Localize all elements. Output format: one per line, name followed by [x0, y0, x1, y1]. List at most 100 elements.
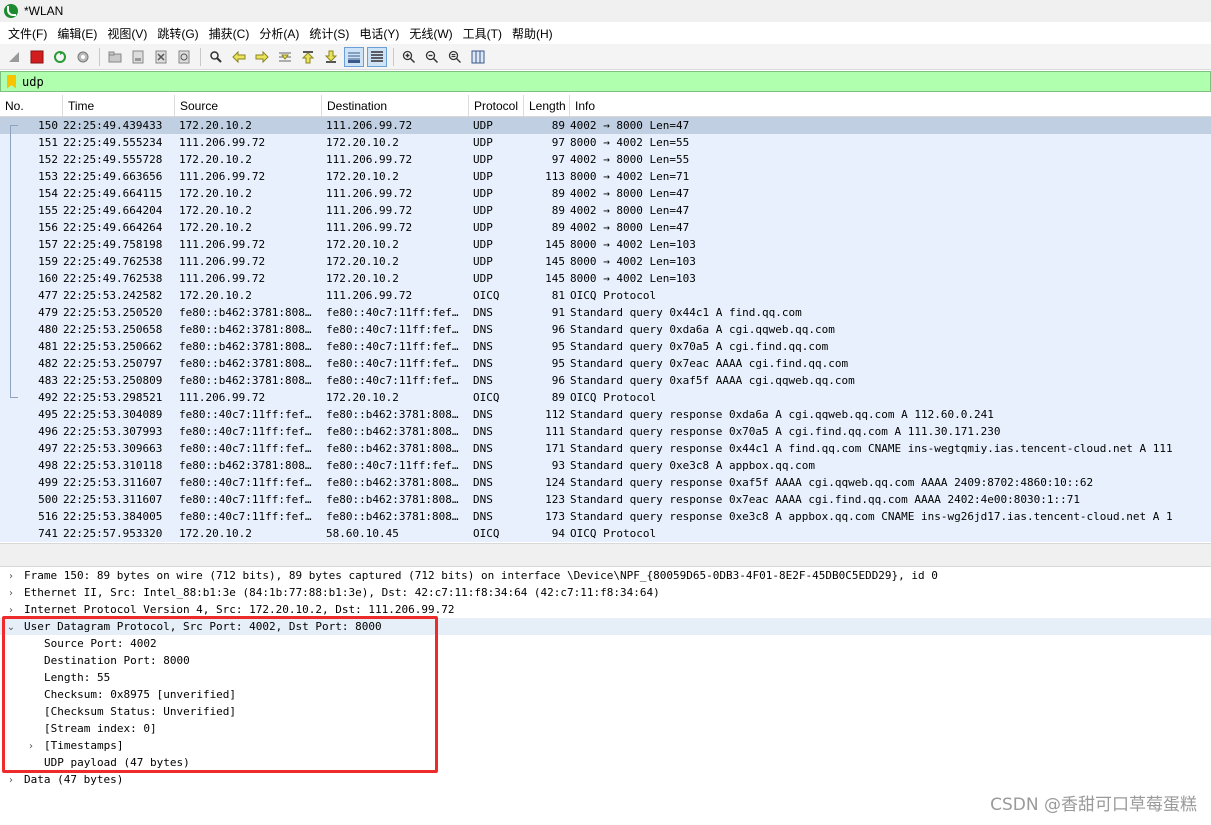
packet-row[interactable]: 481 22:25:53.250662 fe80::b462:3781:808… fe… [0, 338, 1211, 355]
packet-cell-len: 173 [545, 510, 565, 523]
column-header-no[interactable]: No. [0, 95, 63, 116]
zoom-in-icon[interactable] [399, 47, 419, 67]
detail-row[interactable]: › Internet Protocol Version 4, Src: 172.2… [0, 601, 1211, 618]
menu-file[interactable]: 文件(F) [3, 25, 52, 42]
autoscroll-icon[interactable] [344, 46, 364, 67]
back-arrow-icon[interactable] [229, 47, 249, 67]
menu-statistics[interactable]: 统计(S) [304, 25, 354, 42]
packet-cell-no: 499 [38, 476, 58, 489]
collapse-arrow-icon[interactable]: › [6, 602, 16, 619]
packet-row[interactable]: 153 22:25:49.663656 111.206.99.72 172.20.10… [0, 168, 1211, 185]
detail-row[interactable]: Checksum: 0x8975 [unverified] [0, 686, 1211, 703]
packet-row[interactable]: 482 22:25:53.250797 fe80::b462:3781:808… fe… [0, 355, 1211, 372]
detail-row[interactable]: [Checksum Status: Unverified] [0, 703, 1211, 720]
packet-cell-no: 496 [38, 425, 58, 438]
stop-icon[interactable] [27, 47, 47, 67]
packet-cell-proto: DNS [473, 510, 493, 523]
packet-row[interactable]: 492 22:25:53.298521 111.206.99.72 172.20.10… [0, 389, 1211, 406]
detail-text: Source Port: 4002 [44, 637, 157, 650]
collapse-arrow-icon[interactable]: › [6, 772, 16, 789]
packet-row[interactable]: 150 22:25:49.439433 172.20.10.2 111.206.99.… [0, 117, 1211, 134]
colorize-icon[interactable] [367, 46, 387, 67]
restart-icon[interactable] [50, 47, 70, 67]
packet-row[interactable]: 155 22:25:49.664204 172.20.10.2 111.206.99.… [0, 202, 1211, 219]
column-header-protocol[interactable]: Protocol [469, 95, 524, 116]
menu-telephony[interactable]: 电话(Y) [354, 25, 404, 42]
collapse-arrow-icon[interactable]: › [6, 585, 16, 602]
pane-splitter[interactable] [0, 543, 1211, 567]
packet-row[interactable]: 741 22:25:57.953320 172.20.10.2 58.60.10.45… [0, 525, 1211, 542]
goto-packet-icon[interactable] [275, 47, 295, 67]
close-file-icon[interactable] [151, 47, 171, 67]
menu-view[interactable]: 视图(V) [102, 25, 152, 42]
detail-row[interactable]: Destination Port: 8000 [0, 652, 1211, 669]
packet-cell-src: 111.206.99.72 [179, 272, 266, 285]
packet-row[interactable]: 516 22:25:53.384005 fe80::40c7:11ff:fef… fe… [0, 508, 1211, 525]
packet-row[interactable]: 154 22:25:49.664115 172.20.10.2 111.206.99.… [0, 185, 1211, 202]
expand-arrow-icon[interactable]: ⌄ [6, 619, 16, 636]
packet-cell-src: 172.20.10.2 [179, 289, 252, 302]
conversation-line [10, 168, 11, 185]
packet-row[interactable]: 499 22:25:53.311607 fe80::40c7:11ff:fef… fe… [0, 474, 1211, 491]
detail-row[interactable]: UDP payload (47 bytes) [0, 754, 1211, 771]
find-icon[interactable] [206, 47, 226, 67]
detail-row[interactable]: ⌄ User Datagram Protocol, Src Port: 4002,… [0, 618, 1211, 635]
detail-row[interactable]: › Data (47 bytes) [0, 771, 1211, 788]
packet-cell-src: fe80::b462:3781:808… [179, 323, 312, 336]
detail-row[interactable]: Length: 55 [0, 669, 1211, 686]
first-packet-icon[interactable] [298, 47, 318, 67]
detail-row[interactable]: › Frame 150: 89 bytes on wire (712 bits),… [0, 567, 1211, 584]
packet-row[interactable]: 483 22:25:53.250809 fe80::b462:3781:808… fe… [0, 372, 1211, 389]
toolbar-separator [99, 47, 100, 66]
packet-row[interactable]: 480 22:25:53.250658 fe80::b462:3781:808… fe… [0, 321, 1211, 338]
packet-list-header: No. Time Source Destination Protocol Len… [0, 95, 1211, 117]
packet-row[interactable]: 496 22:25:53.307993 fe80::40c7:11ff:fef… fe… [0, 423, 1211, 440]
zoom-normal-icon[interactable] [445, 47, 465, 67]
column-header-destination[interactable]: Destination [322, 95, 469, 116]
packet-row[interactable]: 160 22:25:49.762538 111.206.99.72 172.20.10… [0, 270, 1211, 287]
shark-fin-icon[interactable] [4, 47, 24, 67]
column-header-time[interactable]: Time [63, 95, 175, 116]
packet-row[interactable]: 500 22:25:53.311607 fe80::40c7:11ff:fef… fe… [0, 491, 1211, 508]
packet-row[interactable]: 152 22:25:49.555728 172.20.10.2 111.206.99.… [0, 151, 1211, 168]
detail-row[interactable]: Source Port: 4002 [0, 635, 1211, 652]
packet-cell-len: 97 [551, 153, 565, 166]
filter-bookmark-icon[interactable] [7, 74, 16, 89]
collapse-arrow-icon[interactable]: › [6, 568, 16, 585]
packet-row[interactable]: 477 22:25:53.242582 172.20.10.2 111.206.99.… [0, 287, 1211, 304]
packet-row[interactable]: 151 22:25:49.555234 111.206.99.72 172.20.10… [0, 134, 1211, 151]
packet-row[interactable]: 495 22:25:53.304089 fe80::40c7:11ff:fef… fe… [0, 406, 1211, 423]
menu-tools[interactable]: 工具(T) [458, 25, 507, 42]
detail-row[interactable]: [Stream index: 0] [0, 720, 1211, 737]
menu-go[interactable]: 跳转(G) [152, 25, 203, 42]
zoom-out-icon[interactable] [422, 47, 442, 67]
packet-row[interactable]: 157 22:25:49.758198 111.206.99.72 172.20.10… [0, 236, 1211, 253]
display-filter-input[interactable] [22, 74, 1172, 89]
menu-help[interactable]: 帮助(H) [507, 25, 558, 42]
options-gear-icon[interactable] [73, 47, 93, 67]
column-header-length[interactable]: Length [524, 95, 570, 116]
column-header-source[interactable]: Source [175, 95, 322, 116]
column-header-info[interactable]: Info [570, 95, 1211, 116]
packet-row[interactable]: 156 22:25:49.664264 172.20.10.2 111.206.99.… [0, 219, 1211, 236]
menu-edit[interactable]: 编辑(E) [52, 25, 102, 42]
resize-columns-icon[interactable] [468, 47, 488, 67]
last-packet-icon[interactable] [321, 47, 341, 67]
packet-row[interactable]: 497 22:25:53.309663 fe80::40c7:11ff:fef… fe… [0, 440, 1211, 457]
detail-row[interactable]: › [Timestamps] [0, 737, 1211, 754]
packet-cell-time: 22:25:49.664115 [63, 187, 163, 200]
menu-wireless[interactable]: 无线(W) [404, 25, 457, 42]
menu-capture[interactable]: 捕获(C) [204, 25, 255, 42]
packet-row[interactable]: 159 22:25:49.762538 111.206.99.72 172.20.10… [0, 253, 1211, 270]
packet-cell-len: 94 [551, 527, 565, 540]
forward-arrow-icon[interactable] [252, 47, 272, 67]
save-file-icon[interactable] [128, 47, 148, 67]
collapse-arrow-icon[interactable]: › [26, 738, 36, 755]
menu-analyze[interactable]: 分析(A) [254, 25, 304, 42]
detail-row[interactable]: › Ethernet II, Src: Intel_88:b1:3e (84:1b… [0, 584, 1211, 601]
reload-icon[interactable] [174, 47, 194, 67]
packet-row[interactable]: 479 22:25:53.250520 fe80::b462:3781:808… fe… [0, 304, 1211, 321]
packet-row[interactable]: 498 22:25:53.310118 fe80::b462:3781:808… fe… [0, 457, 1211, 474]
open-folder-icon[interactable] [105, 47, 125, 67]
packet-cell-src: fe80::40c7:11ff:fef… [179, 408, 312, 421]
